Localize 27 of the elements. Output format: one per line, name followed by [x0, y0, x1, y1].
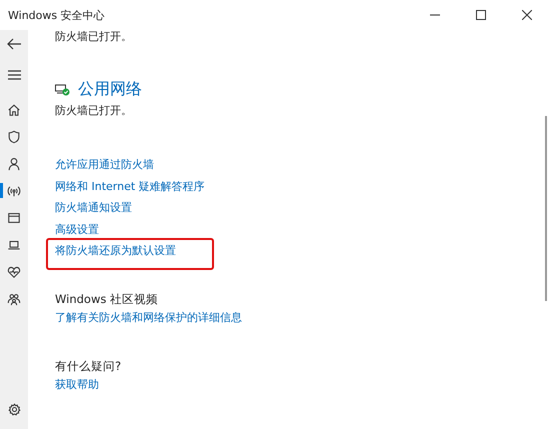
help-link[interactable]: 了解有关防火墙和网络保护的详细信息: [55, 311, 242, 325]
menu-icon: [8, 70, 20, 80]
settings-link[interactable]: 网络和 Internet 疑难解答程序: [55, 180, 205, 194]
settings-icon: [8, 403, 20, 416]
network-shield-icon: [55, 84, 70, 96]
wifi-icon: [7, 184, 21, 198]
highlighted-link[interactable]: 将防火墙还原为默认设置: [48, 240, 212, 268]
network-title: 公用网络: [78, 79, 142, 100]
back-arrow-icon: [7, 38, 21, 50]
person-icon: [7, 156, 21, 170]
status-text: 防火墙已打开。: [55, 104, 133, 118]
close-icon: [522, 10, 532, 20]
shield-icon: [7, 130, 21, 144]
heart-icon: [7, 264, 21, 278]
section-heading: 有什么疑问?: [55, 359, 122, 373]
family-icon: [7, 292, 21, 306]
status-text: 防火墙已打开。: [55, 30, 133, 44]
settings-link[interactable]: 高级设置: [55, 222, 99, 236]
window-icon: [7, 210, 21, 224]
section-heading: Windows 社区视频: [55, 292, 159, 306]
scrollbar[interactable]: [545, 116, 547, 301]
maximize-icon: [476, 10, 486, 20]
home-icon: [7, 102, 21, 116]
window-title: Windows 安全中心: [7, 8, 106, 22]
settings-link[interactable]: 防火墙通知设置: [55, 201, 132, 215]
settings-link[interactable]: 允许应用通过防火墙: [55, 158, 154, 172]
help-link[interactable]: 获取帮助: [55, 378, 99, 392]
